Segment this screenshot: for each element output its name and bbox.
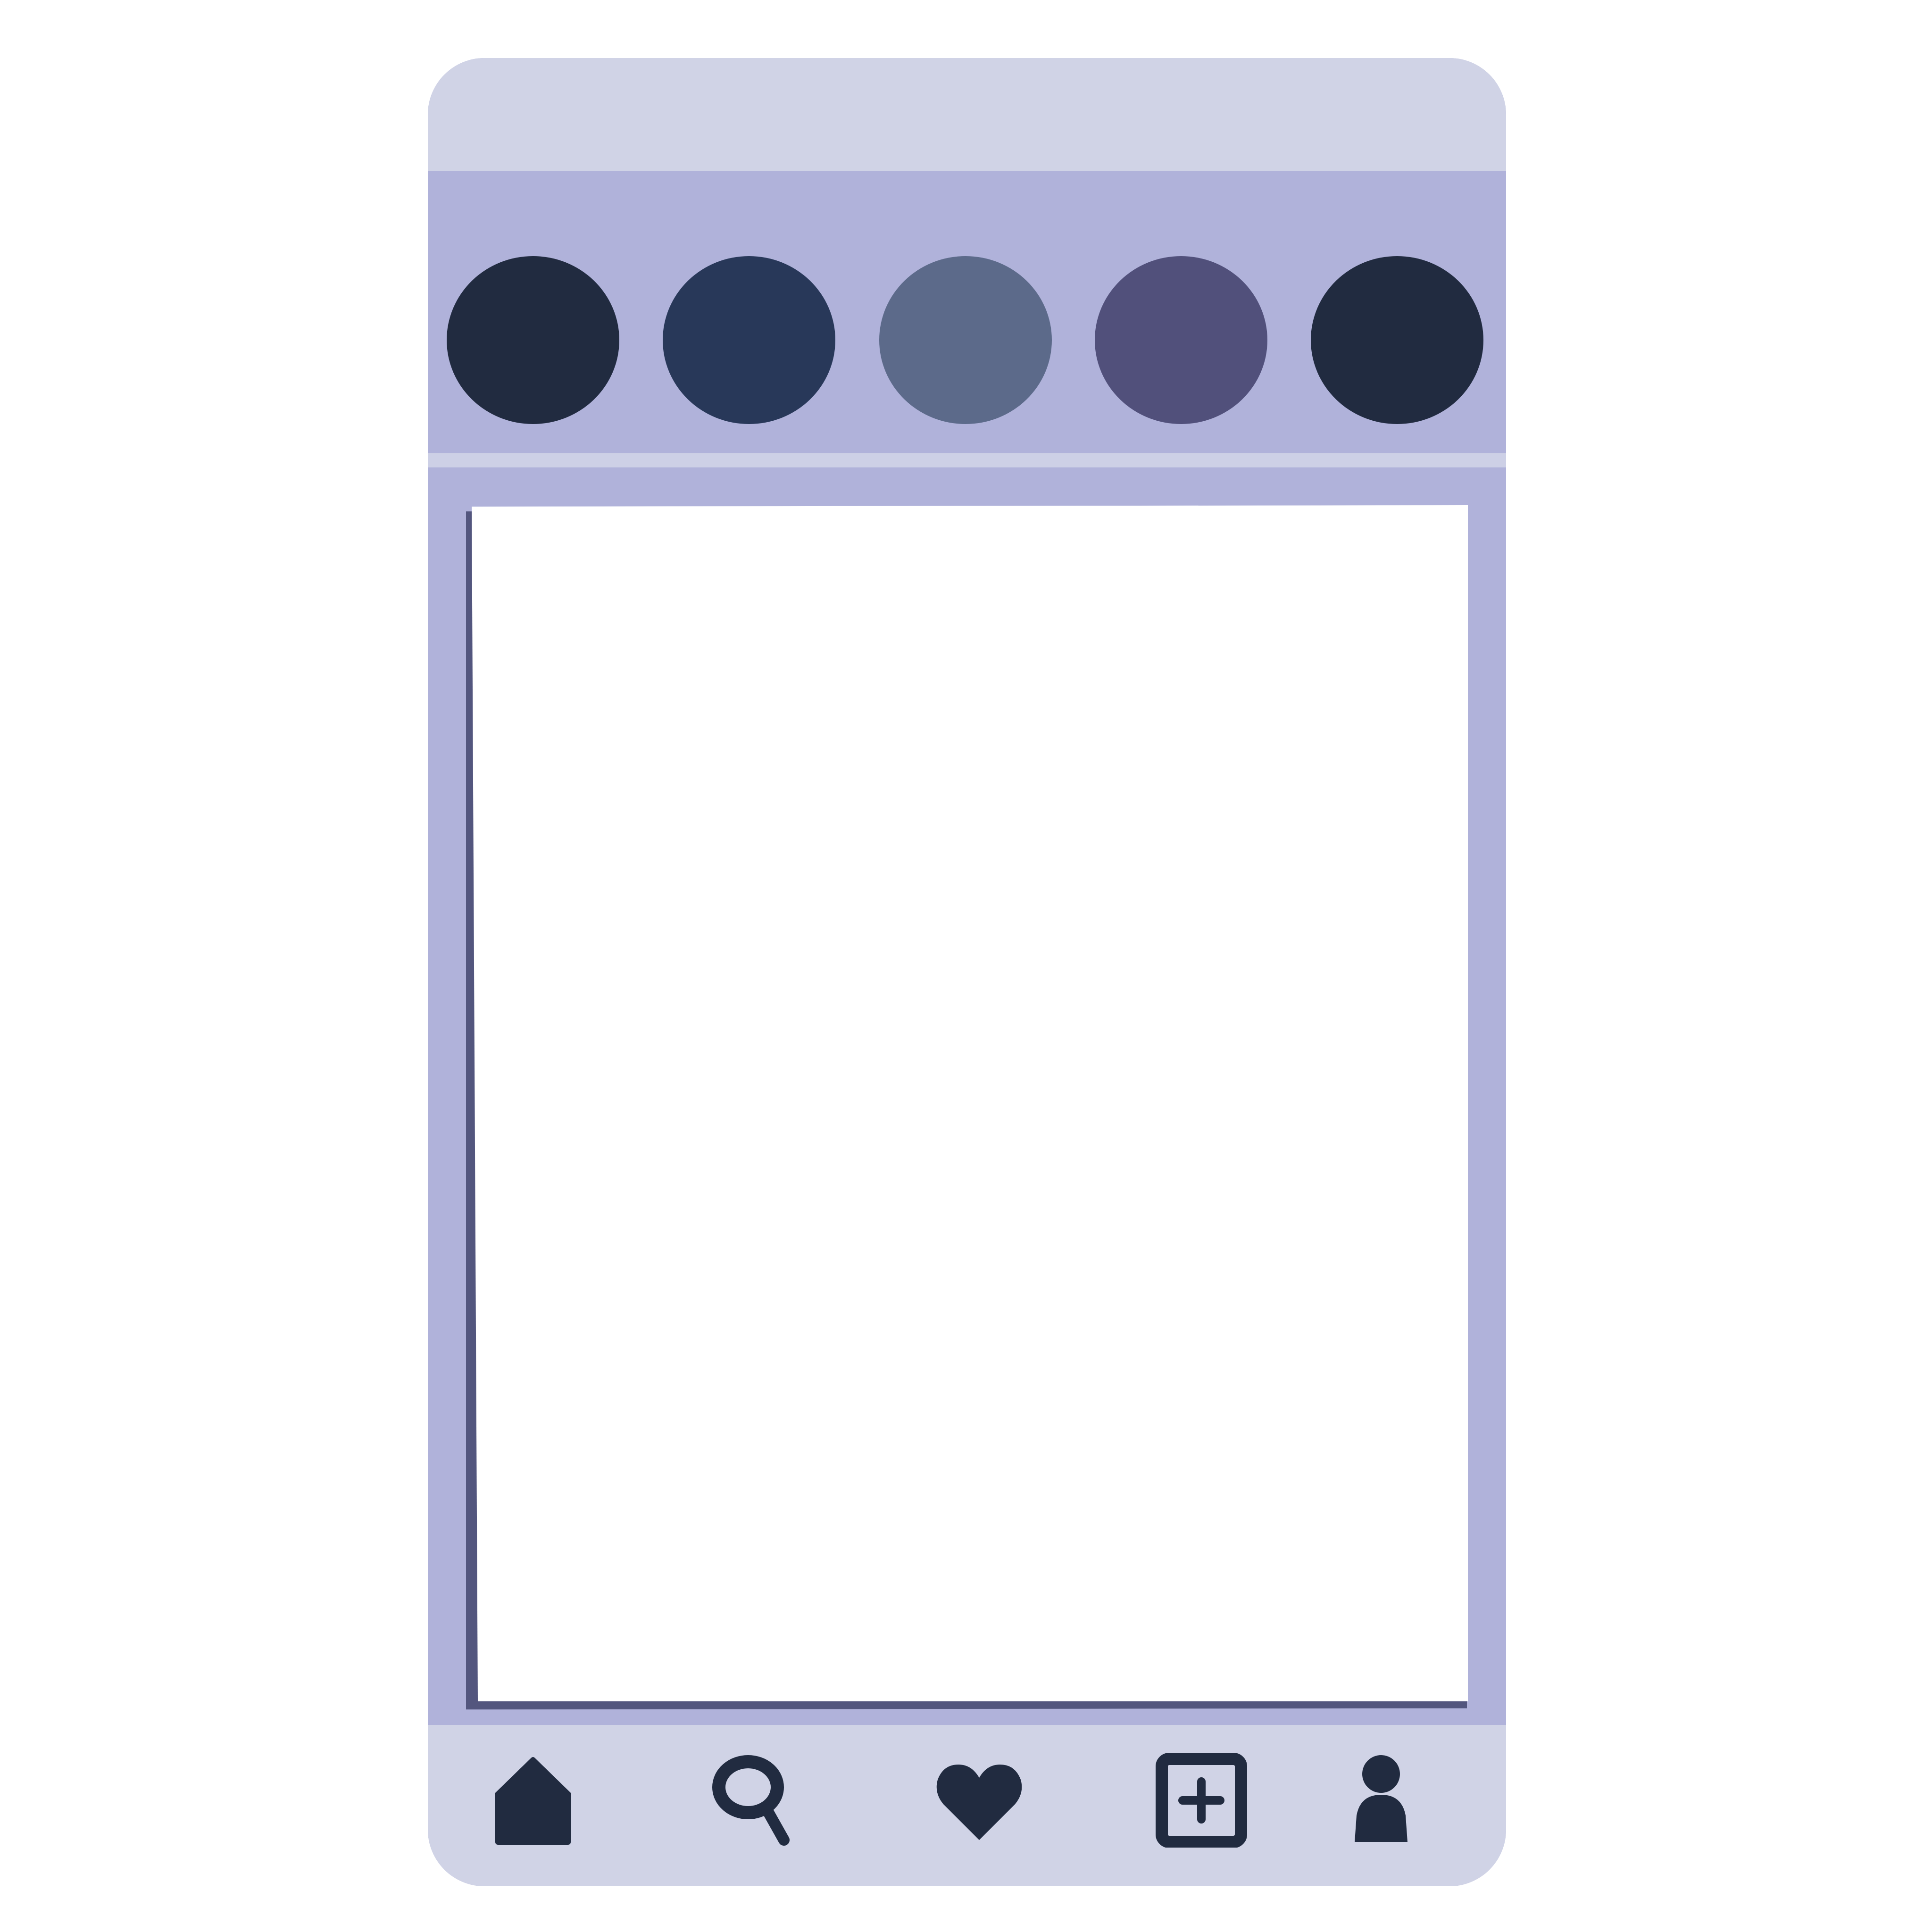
story-avatar[interactable] bbox=[879, 256, 1052, 424]
profile-icon bbox=[1355, 1755, 1407, 1842]
feed[interactable] bbox=[428, 467, 1506, 1783]
home-icon bbox=[495, 1757, 571, 1845]
story-avatar[interactable] bbox=[663, 256, 835, 424]
story-avatar[interactable] bbox=[1095, 256, 1267, 424]
nav-add-post-button[interactable] bbox=[1154, 1753, 1249, 1848]
nav-profile-button[interactable] bbox=[1332, 1753, 1426, 1848]
heart-icon bbox=[936, 1765, 1022, 1840]
nav-search-button[interactable] bbox=[708, 1753, 803, 1848]
phone-frame bbox=[428, 58, 1506, 1886]
story-avatar[interactable] bbox=[447, 256, 619, 424]
post-image[interactable] bbox=[472, 505, 1468, 1701]
nav-home-button[interactable] bbox=[486, 1753, 580, 1848]
nav-likes-button[interactable] bbox=[932, 1753, 1026, 1848]
story-avatar[interactable] bbox=[1311, 256, 1483, 424]
page bbox=[0, 0, 1932, 1932]
top-bar bbox=[428, 58, 1506, 171]
stories-row bbox=[428, 171, 1506, 453]
bottom-nav-bar bbox=[428, 1725, 1506, 1886]
search-icon bbox=[712, 1755, 790, 1846]
add-post-icon bbox=[1156, 1753, 1247, 1848]
stories-divider bbox=[428, 453, 1506, 467]
